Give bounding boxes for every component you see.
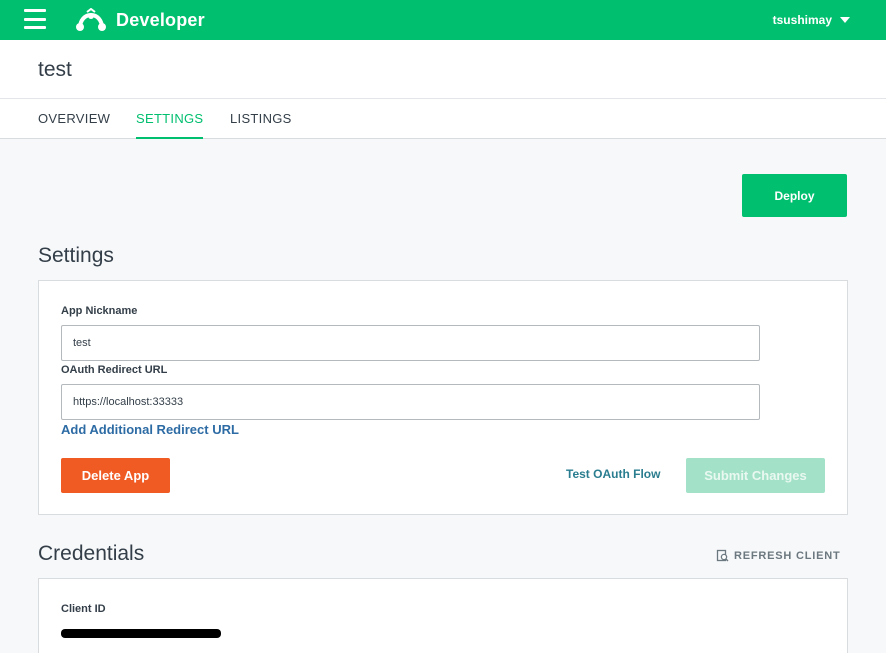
app-title: test: [38, 58, 72, 81]
settings-section-title: Settings: [38, 244, 114, 267]
redacted-client-id: [61, 629, 221, 638]
add-redirect-url-link[interactable]: Add Additional Redirect URL: [61, 422, 239, 437]
refresh-client-button[interactable]: REFRESH CLIENT: [716, 549, 841, 562]
test-oauth-flow-link[interactable]: Test OAuth Flow: [566, 467, 660, 481]
submit-changes-button[interactable]: Submit Changes: [686, 458, 825, 493]
credentials-panel: Client ID: [38, 578, 848, 653]
refresh-doc-icon: [716, 549, 729, 562]
deploy-button[interactable]: Deploy: [742, 174, 847, 217]
surveymonkey-logo-icon[interactable]: [74, 8, 108, 32]
refresh-client-label: REFRESH CLIENT: [734, 549, 841, 562]
user-menu[interactable]: tsushimay: [773, 13, 850, 27]
client-id-label: Client ID: [61, 603, 106, 615]
tab-settings[interactable]: SETTINGS: [136, 111, 204, 139]
hamburger-menu-icon[interactable]: [24, 9, 46, 29]
tab-listings[interactable]: LISTINGS: [230, 111, 292, 137]
brand-title[interactable]: Developer: [116, 10, 205, 31]
app-header: test: [0, 40, 886, 99]
delete-app-button[interactable]: Delete App: [61, 458, 170, 493]
user-name: tsushimay: [772, 13, 832, 27]
oauth-redirect-input[interactable]: [61, 384, 760, 420]
app-nickname-input[interactable]: [61, 325, 760, 361]
chevron-down-icon: [840, 17, 850, 23]
settings-panel: App Nickname OAuth Redirect URL Add Addi…: [38, 280, 848, 515]
top-navigation-bar: Developer tsushimay: [0, 0, 886, 40]
tab-overview[interactable]: OVERVIEW: [38, 111, 110, 137]
credentials-section-title: Credentials: [38, 542, 145, 565]
app-nickname-label: App Nickname: [61, 305, 138, 317]
tab-bar: OVERVIEW SETTINGS LISTINGS: [0, 99, 886, 139]
oauth-redirect-label: OAuth Redirect URL: [61, 364, 168, 376]
